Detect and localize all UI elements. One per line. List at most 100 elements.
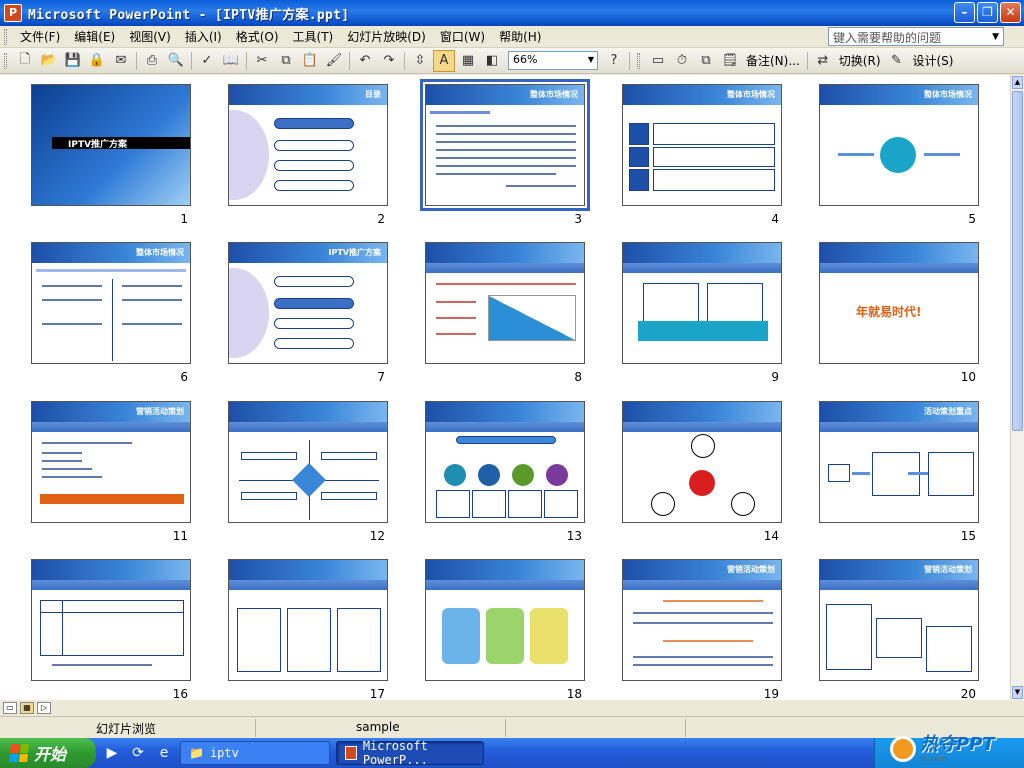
scroll-thumb[interactable]: [1012, 91, 1023, 431]
slide-thumbnail-17[interactable]: [228, 559, 388, 681]
help-search-input[interactable]: 键入需要帮助的问题 ▼: [828, 27, 1004, 46]
new-icon[interactable]: 🗋: [14, 50, 36, 72]
slideshow-view-icon[interactable]: ▷: [37, 702, 51, 714]
slide-thumbnail-15[interactable]: 活动策划重点: [819, 401, 979, 523]
brand-logo-icon: [890, 736, 916, 762]
slide-thumbnail-19[interactable]: 营销活动策划: [622, 559, 782, 681]
menu-tools[interactable]: 工具(T): [286, 26, 341, 47]
taskbar-powerpoint[interactable]: Microsoft PowerP...: [336, 739, 484, 767]
grid-icon[interactable]: ▦: [457, 50, 479, 72]
refresh-icon[interactable]: ⟳: [128, 743, 148, 763]
slide-number: 12: [369, 529, 385, 543]
menu-bar: 文件(F) 编辑(E) 视图(V) 插入(I) 格式(O) 工具(T) 幻灯片放…: [0, 26, 1024, 48]
normal-view-icon[interactable]: ▭: [3, 702, 17, 714]
redo-icon[interactable]: ↷: [378, 50, 400, 72]
menu-edit[interactable]: 编辑(E): [67, 26, 122, 47]
menu-insert[interactable]: 插入(I): [178, 26, 229, 47]
slide-triangle-graphic: [488, 295, 576, 341]
design-icon[interactable]: ✎: [886, 50, 908, 72]
vertical-scrollbar[interactable]: ▲ ▼: [1010, 75, 1024, 700]
menu-slideshow[interactable]: 幻灯片放映(D): [340, 26, 433, 47]
slide-thumbnail-20[interactable]: 营销活动策划: [819, 559, 979, 681]
slide-thumbnail-2[interactable]: 目录: [228, 84, 388, 206]
close-button[interactable]: ✕: [1000, 2, 1021, 23]
toolbar-grip[interactable]: [4, 52, 7, 69]
slide-thumbnail-4[interactable]: 整体市场情况: [622, 84, 782, 206]
media-player-icon[interactable]: ▶: [102, 743, 122, 763]
menu-format[interactable]: 格式(O): [229, 26, 286, 47]
slide-card-blue: [442, 608, 480, 664]
notes-icon[interactable]: 🗒: [719, 50, 741, 72]
slide-number: 2: [377, 212, 385, 226]
slide-thumbnail-10[interactable]: 年就易时代!: [819, 242, 979, 364]
transition-icon[interactable]: ⇄: [812, 50, 834, 72]
slide-thumbnail-7[interactable]: IPTV推广方案: [228, 242, 388, 364]
slide-thumbnail-14[interactable]: [622, 401, 782, 523]
menu-help[interactable]: 帮助(H): [492, 26, 548, 47]
email-icon[interactable]: ✉: [110, 50, 132, 72]
menu-file[interactable]: 文件(F): [13, 26, 67, 47]
slide-thumbnail-5[interactable]: 整体市场情况: [819, 84, 979, 206]
minimize-button[interactable]: –: [954, 2, 975, 23]
format-painter-icon[interactable]: 🖌: [323, 50, 345, 72]
slide-thumbnail-3[interactable]: 整体市场情况: [420, 79, 590, 211]
toolbar-divider: [404, 51, 405, 70]
print-preview-icon[interactable]: 🔍: [165, 50, 187, 72]
print-icon[interactable]: ⎙: [141, 50, 163, 72]
windows-taskbar: 开始 ▶ ⟳ e 📁 iptv Microsoft PowerP...: [0, 738, 1024, 768]
cut-icon[interactable]: ✂: [251, 50, 273, 72]
menu-view[interactable]: 视图(V): [122, 26, 178, 47]
slide-thumbnail-11[interactable]: 营销活动策划: [31, 401, 191, 523]
slide-thumbnail-9[interactable]: [622, 242, 782, 364]
expand-all-icon[interactable]: ⇳: [409, 50, 431, 72]
zoom-select[interactable]: 66% ▼: [508, 51, 598, 70]
restore-button[interactable]: ❐: [977, 2, 998, 23]
menu-window[interactable]: 窗口(W): [433, 26, 492, 47]
brand-name: 热夺PPT: [920, 733, 995, 755]
transition-button[interactable]: 切换(R): [835, 52, 885, 69]
start-button[interactable]: 开始: [0, 738, 96, 768]
powerpoint-app-icon[interactable]: P: [4, 4, 22, 22]
undo-icon[interactable]: ↶: [354, 50, 376, 72]
permission-icon[interactable]: 🔒: [86, 50, 108, 72]
slide-title: 整体市场情况: [530, 90, 578, 99]
title-bar[interactable]: P Microsoft PowerPoint - [IPTV推广方案.ppt] …: [0, 0, 1024, 26]
toolbar-grip[interactable]: [637, 52, 640, 69]
chevron-down-icon[interactable]: ▼: [992, 32, 999, 42]
save-icon[interactable]: 💾: [62, 50, 84, 72]
scroll-down-icon[interactable]: ▼: [1012, 686, 1023, 699]
standard-toolbar: 🗋 📂 💾 🔒 ✉ ⎙ 🔍 ✓ 📖 ✂ ⧉ 📋 🖌 ↶ ↷ ⇳ A ▦ ◧ 66…: [0, 48, 1024, 74]
scroll-up-icon[interactable]: ▲: [1012, 76, 1023, 89]
summary-slide-icon[interactable]: ⧉: [695, 50, 717, 72]
research-icon[interactable]: 📖: [220, 50, 242, 72]
paste-icon[interactable]: 📋: [299, 50, 321, 72]
chevron-down-icon[interactable]: ▼: [588, 55, 594, 64]
slide-thumbnail-16[interactable]: [31, 559, 191, 681]
rehearse-timings-icon[interactable]: ⏱: [671, 50, 693, 72]
slide-title: 活动策划重点: [924, 407, 972, 416]
slide-thumbnail-13[interactable]: [425, 401, 585, 523]
taskbar-folder-iptv[interactable]: 📁 iptv: [180, 741, 330, 765]
hide-slide-icon[interactable]: ▭: [647, 50, 669, 72]
slide-thumbnail-1[interactable]: IPTV推广方案: [31, 84, 191, 206]
show-formatting-icon[interactable]: A: [433, 49, 455, 72]
menu-grip[interactable]: [4, 28, 7, 45]
spelling-icon[interactable]: ✓: [196, 50, 218, 72]
task-label: Microsoft PowerP...: [362, 739, 428, 767]
slide-sorter-view-icon[interactable]: ▦: [20, 702, 34, 714]
slide-title: 目录: [365, 90, 381, 99]
browser-icon[interactable]: e: [154, 743, 174, 763]
color-grayscale-icon[interactable]: ◧: [481, 50, 503, 72]
slide-thumbnail-8[interactable]: [425, 242, 585, 364]
status-view: 幻灯片浏览: [0, 718, 256, 737]
design-button[interactable]: 设计(S): [909, 52, 958, 69]
copy-icon[interactable]: ⧉: [275, 50, 297, 72]
slide-thumbnail-6[interactable]: 整体市场情况: [31, 242, 191, 364]
notes-button[interactable]: 备注(N)...: [742, 52, 804, 69]
slide-sorter[interactable]: IPTV推广方案 1 目录 2 整体市场情况 3 整体市场情况 4 整体市场情况: [0, 75, 1010, 701]
slide-thumbnail-12[interactable]: [228, 401, 388, 523]
help-icon[interactable]: ?: [603, 50, 625, 72]
open-icon[interactable]: 📂: [38, 50, 60, 72]
slide-thumbnail-18[interactable]: [425, 559, 585, 681]
slide-number: 14: [763, 529, 779, 543]
